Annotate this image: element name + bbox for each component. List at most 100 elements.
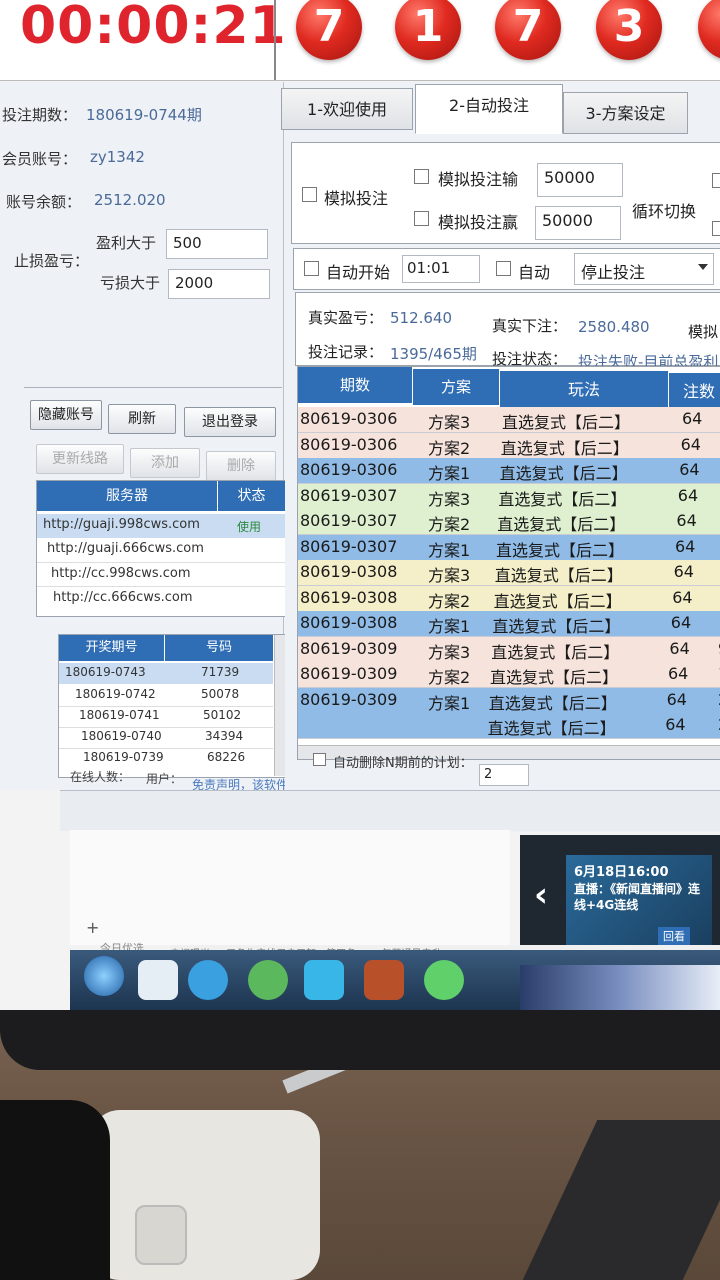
bet-play: 直选复式【后二】 (498, 489, 627, 509)
sim-win-label: 模拟投注赢 (438, 213, 519, 232)
draw-period: 180619-0740 (81, 729, 162, 743)
period-column-header: 开奖期号 (59, 635, 164, 661)
table-row[interactable]: 80619-0308 方案1 直选复式【后二】 64 (298, 611, 720, 637)
table-row[interactable]: 80619-0307 方案2 直选复式【后二】 64 (298, 509, 720, 535)
bet-count: 64 (676, 511, 697, 530)
app-icon[interactable] (248, 960, 288, 1000)
plus-icon[interactable]: + (86, 918, 99, 937)
real-pl-value: 512.640 (390, 309, 453, 327)
update-line-button[interactable]: 更新线路 (36, 444, 124, 474)
bet-count: 64 (666, 689, 687, 709)
draw-period: 180619-0739 (83, 750, 164, 764)
replay-button[interactable]: 回看 (658, 927, 690, 945)
loss-input[interactable]: 2000 (168, 269, 270, 299)
video-title: 直播：《新闻直播间》连线+4G连线 (574, 882, 701, 912)
table-row[interactable]: http://guaji.666cws.com (37, 538, 285, 563)
tab-welcome[interactable]: 1-欢迎使用 (281, 88, 413, 130)
table-row[interactable]: 80619-0308 方案2 直选复式【后二】 64 (298, 585, 720, 612)
sim-bet-checkbox[interactable] (302, 187, 317, 202)
wechat-icon[interactable] (424, 960, 464, 1000)
hide-account-button[interactable]: 隐藏账号 (30, 400, 102, 430)
bet-count: 64 (675, 536, 696, 556)
profit-input[interactable]: 500 (166, 229, 268, 259)
table-row[interactable]: 180619-0741 50102 (59, 706, 273, 728)
start-button-icon[interactable] (84, 956, 124, 996)
sim-win-input[interactable]: 50000 (535, 206, 621, 240)
bet-period: 80619-0309 (300, 689, 398, 709)
balance-label: 账号余额： (6, 193, 82, 211)
cycle-checkbox[interactable] (712, 173, 720, 188)
play-column-header: 玩法 (500, 371, 668, 409)
draw-period: 180619-0742 (75, 687, 156, 701)
bet-count: 64 (672, 587, 693, 607)
table-row[interactable]: 80619-0307 方案3 直选复式【后二】 64 (298, 483, 720, 510)
table-row[interactable]: 80619-0308 方案3 直选复式【后二】 64 (298, 560, 720, 586)
count-column-header: 注数 (669, 373, 720, 411)
table-row[interactable]: 80619-0309方案3直选复式【后二】649 (298, 636, 720, 663)
sim-lose-label: 模拟投注输 (438, 170, 519, 189)
sim-lose-checkbox[interactable] (414, 169, 429, 184)
refresh-button[interactable]: 刷新 (108, 404, 176, 434)
delete-line-button[interactable]: 删除 (206, 451, 276, 481)
bet-period: 80619-0306 (300, 409, 398, 428)
bet-play: 直选复式【后二】 (493, 591, 622, 611)
table-row[interactable]: 80619-0306 方案3 直选复式【后二】 64 (298, 407, 720, 433)
table-row[interactable]: http://guaji.998cws.com 使用 (37, 514, 285, 538)
add-line-button[interactable]: 添加 (130, 448, 200, 478)
black-cable-object (0, 1100, 110, 1280)
live-video-card[interactable]: ‹ 6月18日16:00 直播：《新闻直播间》连线+4G连线 回看 (520, 835, 720, 947)
simulation-group: 模拟投注 模拟投注输 50000 模拟投注赢 50000 循环切换 (291, 142, 720, 244)
bet-play: 直选复式【后二】 (491, 642, 620, 662)
bet-play: 直选复式【后二】 (496, 540, 625, 560)
member-label: 会员账号： (2, 150, 78, 168)
chevron-left-icon[interactable]: ‹ (534, 875, 548, 915)
table-row[interactable]: 80619-0306 方案2 直选复式【后二】 64 (298, 432, 720, 459)
bet-play: 直选复式【后二】 (499, 464, 628, 483)
app-icon[interactable] (304, 960, 344, 1000)
video-thumbnail[interactable]: 6月18日16:00 直播：《新闻直播间》连线+4G连线 回看 (566, 855, 712, 947)
tab-auto-bet[interactable]: 2-自动投注 (415, 84, 563, 134)
auto-start-checkbox[interactable] (304, 261, 319, 276)
table-row[interactable]: 80619-0309方案1直选复式【后二】6427 (298, 687, 720, 714)
sim-lose-input[interactable]: 50000 (537, 163, 623, 197)
table-row[interactable]: 80619-0309方案2直选复式【后二】641 (298, 662, 720, 688)
bet-period: 80619-0307 (300, 536, 398, 556)
logout-button[interactable]: 退出登录 (184, 407, 276, 437)
chevron-down-icon[interactable] (698, 264, 708, 270)
tab-plan-settings[interactable]: 3-方案设定 (563, 92, 688, 134)
bet-count: 64 (679, 460, 700, 479)
app-icon[interactable] (138, 960, 178, 1000)
cycle-checkbox-2[interactable] (712, 221, 720, 236)
account-panel: 投注期数： 180619-0744期 会员账号： zy1342 账号余额： 25… (0, 82, 468, 792)
bet-count: 64 (668, 664, 689, 683)
bet-play: 直选复式【后二】 (490, 668, 619, 687)
auto-delete-input[interactable]: 2 (479, 764, 529, 786)
bet-mode-select[interactable]: 停止投注 (574, 253, 714, 285)
bet-plan: 方案1 (428, 693, 471, 713)
bet-plan: 方案3 (428, 489, 471, 509)
table-row[interactable]: 180619-0743 71739 (59, 663, 273, 684)
game-icon[interactable] (364, 960, 404, 1000)
bet-plan: 方案2 (428, 668, 471, 687)
table-row[interactable]: 180619-0742 50078 (59, 685, 273, 707)
auto-checkbox[interactable] (496, 261, 511, 276)
bet-period: 80619-0307 (300, 511, 398, 530)
table-row[interactable]: 80619-0307 方案1 直选复式【后二】 64 (298, 534, 720, 561)
table-row[interactable]: 80619-0306 方案1 直选复式【后二】 64 (298, 458, 720, 484)
status-column-header: 状态 (218, 481, 285, 511)
result-ball: 3 (596, 0, 662, 60)
browser-icon[interactable] (188, 960, 228, 1000)
server-column-header: 服务器 (37, 481, 217, 511)
table-row[interactable]: http://cc.998cws.com (37, 562, 285, 587)
balance-value: 2512.020 (94, 191, 166, 209)
table-row[interactable]: 直选复式【后二】6427 (298, 713, 720, 739)
bet-period: 80619-0306 (300, 460, 398, 479)
sim-win-checkbox[interactable] (414, 211, 429, 226)
table-row[interactable]: 180619-0740 34394 (59, 727, 273, 749)
table-row[interactable]: 180619-0739 68226 (59, 748, 273, 769)
auto-delete-checkbox[interactable] (313, 753, 326, 766)
draw-period: 180619-0743 (65, 665, 146, 679)
table-row[interactable]: http://cc.666cws.com (37, 586, 285, 610)
time-spinner[interactable]: 01:01 (402, 255, 480, 283)
browser-content (70, 830, 510, 945)
